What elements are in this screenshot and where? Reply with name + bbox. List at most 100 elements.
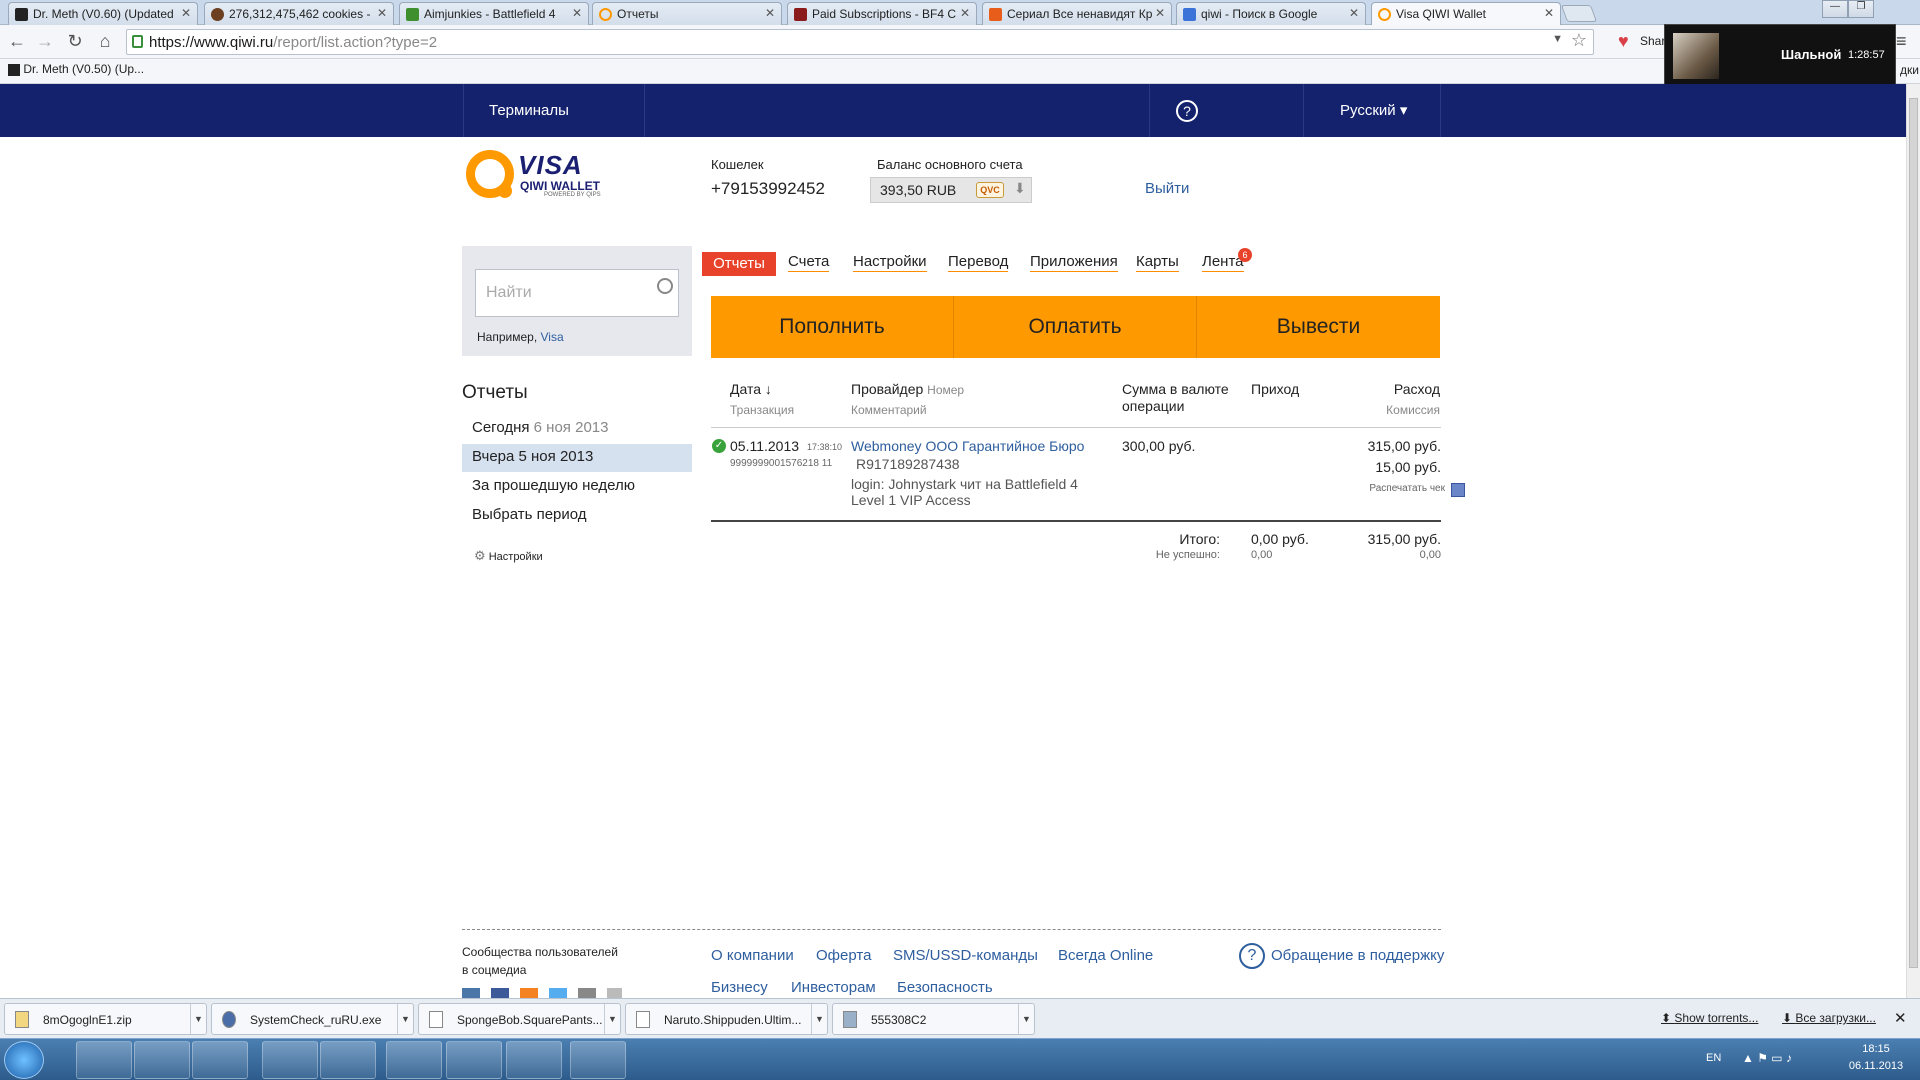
footer-support-link[interactable]: ? Обращение в поддержку <box>1239 943 1444 969</box>
browser-tab-active[interactable]: Visa QIWI Wallet ✕ <box>1371 2 1561 25</box>
address-bar[interactable]: https://www.qiwi.ru/report/list.action?t… <box>126 29 1594 55</box>
all-downloads-link[interactable]: ⬇ Все загрузки... <box>1782 1011 1876 1025</box>
close-icon[interactable]: ✕ <box>1894 1009 1907 1027</box>
steam-taskbar-icon[interactable] <box>386 1041 442 1079</box>
period-today[interactable]: Сегодня 6 ноя 2013 <box>462 415 692 443</box>
clock-time[interactable]: 18:15 <box>1846 1043 1906 1055</box>
footer-security-link[interactable]: Безопасность <box>897 979 993 998</box>
notes-taskbar-icon[interactable] <box>506 1041 562 1079</box>
explorer-taskbar-icon[interactable] <box>76 1041 132 1079</box>
download-item[interactable]: 8mOgoglnE1.zip ▼ <box>4 1003 207 1035</box>
show-torrents-link[interactable]: ⬍ Show torrents... <box>1661 1011 1758 1025</box>
youtube-icon[interactable] <box>607 988 622 998</box>
rss-icon[interactable] <box>578 988 596 998</box>
printer-icon[interactable] <box>1451 483 1465 497</box>
footer-about-link[interactable]: О компании <box>711 947 794 964</box>
download-item[interactable]: Naruto.Shippuden.Ultim... ▼ <box>625 1003 828 1035</box>
browser-tab[interactable]: qiwi - Поиск в Google ✕ <box>1176 2 1366 25</box>
start-button[interactable] <box>4 1041 44 1079</box>
tab-settings[interactable]: Настройки <box>853 253 927 272</box>
heart-icon[interactable]: ♥ <box>1618 31 1629 52</box>
close-icon[interactable]: ✕ <box>765 6 775 20</box>
vk-icon[interactable] <box>462 988 480 998</box>
media-player-taskbar-icon[interactable] <box>134 1041 190 1079</box>
browser-tab[interactable]: Dr. Meth (V0.60) (Updated ✕ <box>8 2 198 25</box>
control-panel-taskbar-icon[interactable] <box>262 1041 318 1079</box>
pay-button[interactable]: Оплатить <box>954 296 1197 358</box>
reports-settings-link[interactable]: ⚙ Настройки <box>474 548 543 564</box>
scrollbar-thumb[interactable] <box>1909 98 1918 968</box>
browser-taskbar-icon[interactable] <box>192 1041 248 1079</box>
nav-terminals-link[interactable]: Терминалы оплаты <box>463 84 645 172</box>
close-icon[interactable]: ✕ <box>1544 6 1554 20</box>
reload-icon[interactable]: ↻ <box>64 31 86 52</box>
close-icon[interactable]: ✕ <box>572 6 582 20</box>
clock-date[interactable]: 06.11.2013 <box>1836 1060 1916 1072</box>
footer-business-link[interactable]: Бизнесу <box>711 979 768 998</box>
forward-icon[interactable]: → <box>34 31 56 52</box>
search-input[interactable]: Найти <box>475 269 679 317</box>
language-indicator[interactable]: EN <box>1706 1052 1721 1064</box>
browser-tab[interactable]: Aimjunkies - Battlefield 4 ✕ <box>399 2 589 25</box>
footer-online-link[interactable]: Всегда Online <box>1058 947 1153 964</box>
maximize-icon[interactable]: ❐ <box>1848 0 1874 18</box>
notification-popup[interactable]: Шальной 1:28:57 <box>1664 24 1896 86</box>
tray-icons[interactable]: ▲ ⚑ ▭ ♪ <box>1742 1051 1792 1065</box>
tab-cards[interactable]: Карты <box>1136 253 1179 272</box>
menu-icon[interactable]: ≡ <box>1896 31 1907 52</box>
download-item[interactable]: SpongeBob.SquarePants... ▼ <box>418 1003 621 1035</box>
minimize-icon[interactable]: — <box>1822 0 1848 18</box>
download-item[interactable]: 555308C2 ▼ <box>832 1003 1035 1035</box>
new-tab-button[interactable] <box>1560 5 1598 22</box>
star-icon[interactable]: ☆ <box>1571 30 1587 51</box>
download-item[interactable]: SystemCheck_ruRU.exe ▼ <box>211 1003 414 1035</box>
bookmark-item[interactable]: Dr. Meth (V0.50) (Up... <box>23 62 144 76</box>
browser-tab[interactable]: Отчеты ✕ <box>592 2 782 25</box>
browser-tab[interactable]: Сериал Все ненавидят Кр ✕ <box>982 2 1172 25</box>
qiwi-visa-logo[interactable]: VISA QIWI WALLET POWERED BY QIPS <box>464 150 614 202</box>
chevron-down-icon[interactable]: ▼ <box>604 1004 620 1034</box>
language-select[interactable]: Русский ▾ <box>1303 84 1441 137</box>
twitter-icon[interactable] <box>549 988 567 998</box>
chevron-down-icon[interactable]: ▼ <box>190 1004 206 1034</box>
search-example-link[interactable]: Visa <box>541 330 564 344</box>
withdraw-button[interactable]: Вывести <box>1197 296 1440 358</box>
browser-tab[interactable]: 276,312,475,462 cookies - ✕ <box>204 2 394 25</box>
footer-investors-link[interactable]: Инвесторам <box>791 979 876 998</box>
app-taskbar-icon[interactable] <box>446 1041 502 1079</box>
close-icon[interactable]: ✕ <box>1349 6 1359 20</box>
balance-dropdown[interactable]: 393,50 RUB QVC ⬇ <box>870 177 1032 203</box>
tab-accounts[interactable]: Счета <box>788 253 830 272</box>
skype-taskbar-icon[interactable] <box>320 1041 376 1079</box>
period-custom[interactable]: Выбрать период <box>462 502 692 530</box>
col-date-header[interactable]: Дата ↓ <box>730 381 772 397</box>
close-icon[interactable]: ✕ <box>181 6 191 20</box>
browser-tab[interactable]: Paid Subscriptions - BF4 C ✕ <box>787 2 977 25</box>
search-icon[interactable] <box>657 278 673 294</box>
row-provider-link[interactable]: Webmoney ООО Гарантийное Бюро <box>851 438 1084 454</box>
table-row[interactable]: ✓ 05.11.2013 17:38:10 9999999001576218 1… <box>711 436 1465 516</box>
footer-offer-link[interactable]: Оферта <box>816 947 871 964</box>
chevron-down-icon[interactable]: ▼ <box>397 1004 413 1034</box>
close-icon[interactable]: ✕ <box>1155 6 1165 20</box>
period-yesterday[interactable]: Вчера 5 ноя 2013 <box>462 444 692 472</box>
period-week[interactable]: За прошедшую неделю <box>462 473 692 501</box>
back-icon[interactable]: ← <box>6 31 28 52</box>
chevron-down-icon[interactable]: ▼ <box>1018 1004 1034 1034</box>
topup-button[interactable]: Пополнить <box>711 296 954 358</box>
page-scrollbar[interactable] <box>1906 84 1920 998</box>
odnoklassniki-icon[interactable] <box>520 988 538 998</box>
footer-sms-link[interactable]: SMS/USSD-команды <box>893 947 1038 964</box>
game-taskbar-icon[interactable] <box>570 1041 626 1079</box>
print-receipt-link[interactable]: Распечатать чек <box>1295 483 1445 494</box>
nav-support-link[interactable]: ? Поддержка <box>1149 84 1303 172</box>
share-label[interactable]: Shar <box>1640 34 1665 48</box>
tab-transfer[interactable]: Перевод <box>948 253 1009 272</box>
home-icon[interactable]: ⌂ <box>94 31 116 52</box>
bookmark-overflow[interactable]: дки <box>1900 63 1919 77</box>
close-icon[interactable]: ✕ <box>960 6 970 20</box>
facebook-icon[interactable] <box>491 988 509 998</box>
tab-reports[interactable]: Отчеты <box>702 252 776 276</box>
close-icon[interactable]: ✕ <box>377 6 387 20</box>
dropdown-icon[interactable]: ▼ <box>1552 33 1563 45</box>
